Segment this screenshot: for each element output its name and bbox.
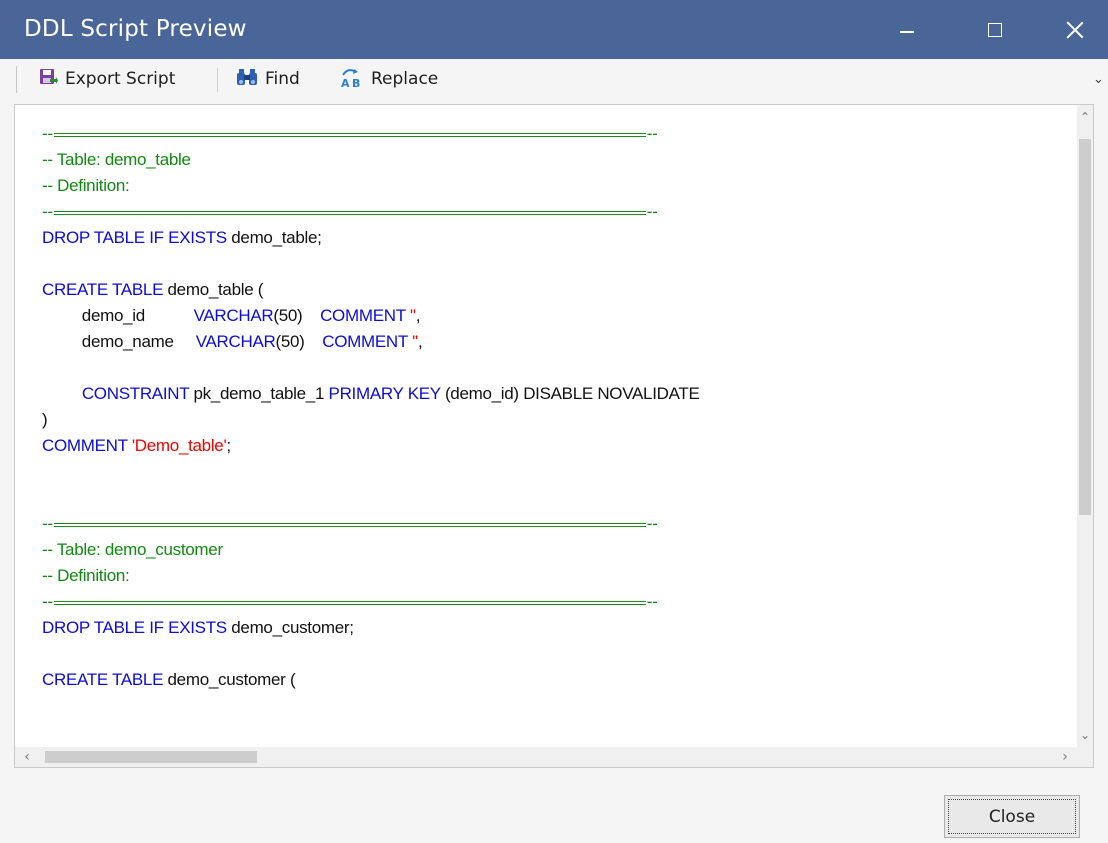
code-token: DROP TABLE IF EXISTS xyxy=(42,228,232,247)
code-token: -- Table: demo_table xyxy=(42,150,191,169)
window-title: DDL Script Preview xyxy=(24,16,247,42)
toolbar-overflow-chevron-icon[interactable]: ⌄ xyxy=(1093,72,1104,87)
code-line: CREATE TABLE demo_customer ( xyxy=(42,667,296,693)
code-token: -- xyxy=(42,592,53,611)
code-token: DROP TABLE IF EXISTS xyxy=(42,618,232,637)
code-line: CREATE TABLE demo_table ( xyxy=(42,277,263,303)
code-token: -- xyxy=(646,514,658,533)
code-line: demo_name VARCHAR(50) COMMENT '', xyxy=(42,329,423,355)
code-token: -- xyxy=(42,514,53,533)
code-token: CREATE TABLE xyxy=(42,670,168,689)
code-token: PRIMARY KEY xyxy=(328,384,445,403)
code-line: -- Table: demo_table xyxy=(42,147,191,173)
code-token: demo_table ( xyxy=(167,280,264,299)
toolbar-grip[interactable] xyxy=(16,66,21,93)
code-line: CONSTRAINT pk_demo_table_1 PRIMARY KEY (… xyxy=(42,381,700,407)
code-line: COMMENT 'Demo_table'; xyxy=(42,433,231,459)
code-line: -- -- xyxy=(42,199,658,225)
code-token: demo_name xyxy=(42,332,196,351)
title-bar[interactable]: DDL Script Preview xyxy=(0,0,1108,59)
scroll-up-arrow-icon[interactable]: ⌃ xyxy=(1077,105,1093,129)
code-token: (demo_id) DISABLE NOVALIDATE xyxy=(444,384,700,403)
code-token: (50) xyxy=(275,332,323,351)
script-code-area[interactable]: -- -- -- Table: demo_table -- Definition: --… xyxy=(15,105,1077,747)
vertical-scroll-thumb[interactable] xyxy=(1079,139,1091,515)
code-token: COMMENT xyxy=(320,306,410,325)
code-line: demo_id VARCHAR(50) COMMENT '', xyxy=(42,303,421,329)
code-token: -- Table: demo_customer xyxy=(42,540,223,559)
toolbar: Export Script Find A B Replace ⌄ xyxy=(0,59,1108,99)
svg-text:A: A xyxy=(341,77,350,88)
close-button-label: Close xyxy=(988,806,1036,827)
close-window-button[interactable] xyxy=(1040,0,1108,59)
code-token: ) xyxy=(42,410,48,429)
horizontal-scrollbar[interactable]: ‹ › xyxy=(15,747,1077,767)
close-icon xyxy=(1066,21,1084,39)
ddl-preview-window: DDL Script Preview Export Script Find A … xyxy=(0,0,1108,843)
export-script-icon xyxy=(38,67,58,92)
code-token: demo_table; xyxy=(231,228,322,247)
vertical-scrollbar[interactable]: ⌃ ⌄ xyxy=(1077,105,1093,747)
code-token: pk_demo_table_1 xyxy=(193,384,329,403)
binoculars-icon xyxy=(236,67,258,92)
code-line: -- -- xyxy=(42,511,658,537)
find-label: Find xyxy=(265,69,300,89)
code-token: -- xyxy=(646,202,658,221)
maximize-button[interactable] xyxy=(960,0,1030,59)
code-line: -- -- xyxy=(42,589,658,615)
code-line: -- Definition: xyxy=(42,563,130,589)
comment-divider-rule xyxy=(53,210,646,215)
code-token: -- xyxy=(646,124,658,143)
scroll-left-arrow-icon[interactable]: ‹ xyxy=(15,747,39,767)
scroll-right-arrow-icon[interactable]: › xyxy=(1053,747,1077,767)
code-token: CREATE TABLE xyxy=(42,280,168,299)
minimize-button[interactable] xyxy=(872,0,942,59)
code-line: ) xyxy=(42,407,48,433)
code-token: -- xyxy=(42,124,53,143)
minimize-icon xyxy=(900,30,914,33)
code-token: (50) xyxy=(273,306,321,325)
code-token: demo_customer; xyxy=(231,618,354,637)
code-token: -- Definition: xyxy=(42,176,130,195)
code-token: VARCHAR xyxy=(195,332,276,351)
code-token: -- xyxy=(42,202,53,221)
code-token: COMMENT xyxy=(322,332,413,351)
code-line: -- -- xyxy=(42,121,658,147)
replace-ab-icon: A B xyxy=(340,66,364,93)
code-token: , xyxy=(415,306,421,325)
replace-label: Replace xyxy=(371,69,439,89)
code-token: 'Demo_table' xyxy=(131,436,227,455)
maximize-icon xyxy=(988,22,1002,37)
code-token: COMMENT xyxy=(42,436,132,455)
comment-divider-rule xyxy=(53,132,646,137)
scrollbar-corner xyxy=(1077,747,1093,767)
code-token: demo_id xyxy=(42,306,194,325)
comment-divider-rule xyxy=(53,600,646,605)
code-token: demo_customer ( xyxy=(167,670,296,689)
code-line: DROP TABLE IF EXISTS demo_table; xyxy=(42,225,322,251)
code-line: -- Definition: xyxy=(42,173,130,199)
code-token: VARCHAR xyxy=(193,306,274,325)
svg-text:B: B xyxy=(352,77,360,88)
code-line: -- Table: demo_customer xyxy=(42,537,223,563)
code-token: , xyxy=(417,332,423,351)
code-token: -- Definition: xyxy=(42,566,130,585)
scroll-down-arrow-icon[interactable]: ⌄ xyxy=(1077,723,1093,747)
code-token: ; xyxy=(226,436,231,455)
toolbar-separator xyxy=(217,68,218,92)
export-script-button[interactable]: Export Script xyxy=(38,65,175,93)
horizontal-scroll-thumb[interactable] xyxy=(45,751,257,763)
code-token: -- xyxy=(646,592,658,611)
find-button[interactable]: Find xyxy=(236,65,300,93)
export-script-label: Export Script xyxy=(65,69,176,89)
script-editor[interactable]: -- -- -- Table: demo_table -- Definition: --… xyxy=(14,104,1094,768)
code-token: CONSTRAINT xyxy=(81,384,194,403)
code-line: DROP TABLE IF EXISTS demo_customer; xyxy=(42,615,354,641)
replace-button[interactable]: A B Replace xyxy=(340,65,438,93)
close-button[interactable]: Close xyxy=(944,795,1080,838)
comment-divider-rule xyxy=(53,522,646,527)
